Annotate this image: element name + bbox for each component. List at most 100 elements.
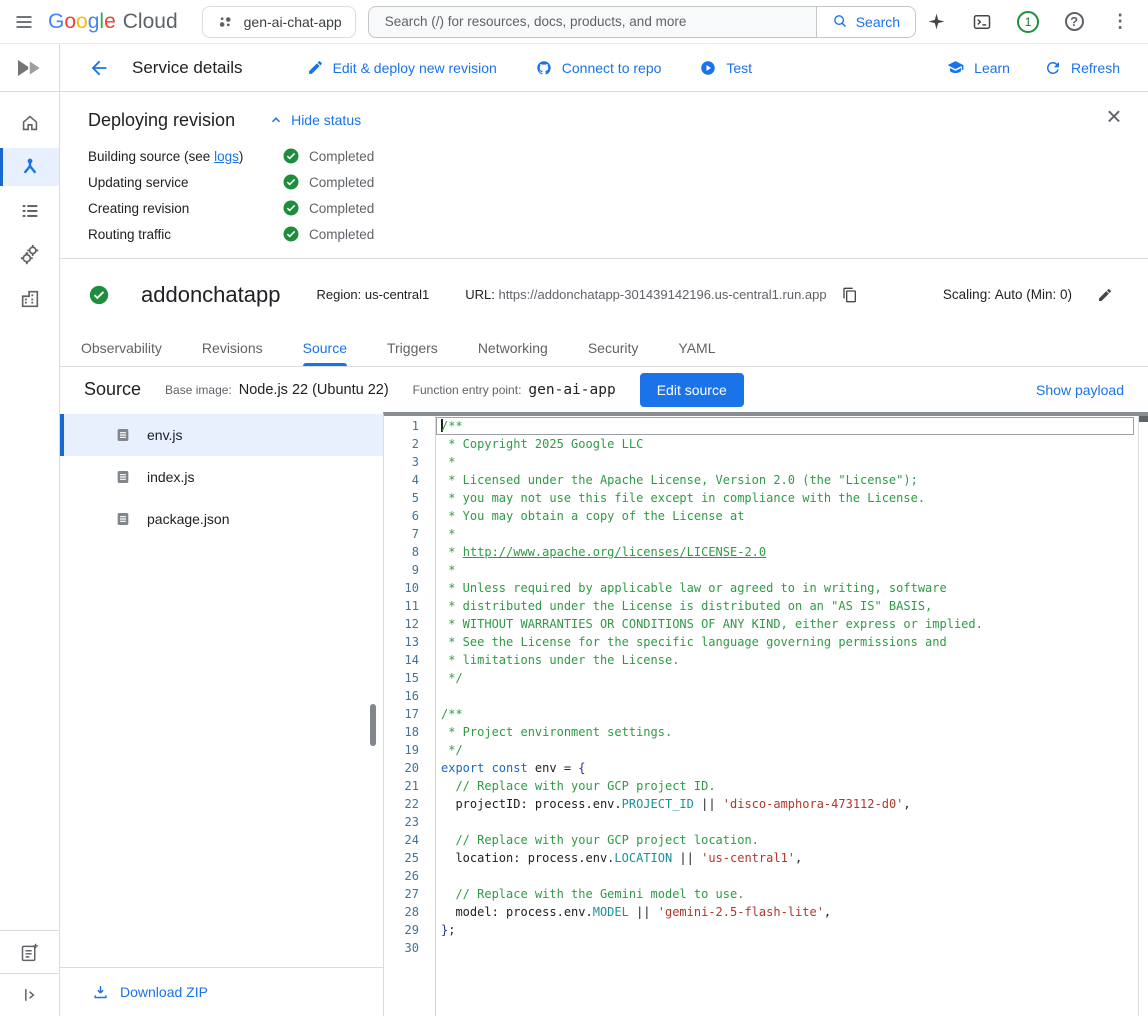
code-line[interactable]: * distributed under the License is distr… <box>436 597 1134 615</box>
file-item-index.js[interactable]: index.js <box>60 456 383 498</box>
code-line[interactable]: model: process.env.MODEL || 'gemini-2.5-… <box>436 903 1134 921</box>
copy-url-button[interactable] <box>833 278 867 312</box>
tab-security[interactable]: Security <box>588 330 639 366</box>
logs-link[interactable]: logs <box>214 149 239 164</box>
file-icon <box>115 427 131 443</box>
sidebar-item-jobs[interactable] <box>0 192 59 230</box>
line-number: 7 <box>384 525 419 543</box>
refresh-icon <box>1044 59 1062 77</box>
code-token: */ <box>441 671 463 685</box>
code-token: 'disco-amphora-473112-d0' <box>723 797 904 811</box>
more-options-icon[interactable]: ⋮ <box>1100 2 1140 42</box>
tab-yaml[interactable]: YAML <box>678 330 715 366</box>
code-token: * distributed under the License is distr… <box>441 599 932 613</box>
edit-source-button[interactable]: Edit source <box>640 373 744 407</box>
line-number: 10 <box>384 579 419 597</box>
help-icon[interactable]: ? <box>1054 2 1094 42</box>
code-line[interactable]: * Unless required by applicable law or a… <box>436 579 1134 597</box>
code-line[interactable]: }; <box>436 921 1134 939</box>
line-number: 1 <box>384 417 419 435</box>
edit-deploy-button[interactable]: Edit & deploy new revision <box>307 59 497 77</box>
topbar-icons: 1 ? ⋮ P <box>916 2 1148 42</box>
code-line[interactable]: // Replace with your GCP project locatio… <box>436 831 1134 849</box>
cloud-shell-icon[interactable] <box>962 2 1002 42</box>
code-line[interactable] <box>436 867 1134 885</box>
code-token: || <box>694 797 723 811</box>
search-field[interactable] <box>368 6 816 38</box>
code-line[interactable]: */ <box>436 741 1134 759</box>
editor-scrollbar-thumb[interactable] <box>1139 416 1148 422</box>
sidebar-item-organization[interactable] <box>0 280 59 318</box>
code-token: model: process.env. <box>441 905 593 919</box>
gemini-sparkle-icon[interactable] <box>916 2 956 42</box>
search-input[interactable] <box>383 13 802 30</box>
toolbar-right-actions: Learn Refresh <box>946 58 1120 77</box>
code-token: , <box>903 797 910 811</box>
code-line[interactable]: * <box>436 453 1134 471</box>
code-area[interactable]: /** * Copyright 2025 Google LLC * * Lice… <box>436 416 1148 1016</box>
release-notes-button[interactable] <box>0 930 59 973</box>
code-editor[interactable]: 1234567891011121314151617181920212223242… <box>383 412 1148 1016</box>
code-line[interactable]: projectID: process.env.PROJECT_ID || 'di… <box>436 795 1134 813</box>
code-token: || <box>629 905 658 919</box>
code-token: */ <box>441 743 463 757</box>
status-text: Completed <box>309 201 374 216</box>
hide-status-button[interactable]: Hide status <box>269 112 361 128</box>
code-line[interactable]: * You may obtain a copy of the License a… <box>436 507 1134 525</box>
edit-scaling-button[interactable] <box>1090 280 1120 310</box>
tab-observability[interactable]: Observability <box>81 330 162 366</box>
code-line[interactable]: */ <box>436 669 1134 687</box>
tab-source[interactable]: Source <box>303 330 347 366</box>
code-line[interactable]: /** <box>436 417 1134 435</box>
code-token: || <box>672 851 701 865</box>
hamburger-menu-icon[interactable] <box>4 2 44 42</box>
editor-scrollbar[interactable] <box>1138 416 1148 1016</box>
line-number: 22 <box>384 795 419 813</box>
check-circle-icon <box>282 199 300 217</box>
file-item-env.js[interactable]: env.js <box>60 414 383 456</box>
download-zip-button[interactable]: Download ZIP <box>60 967 383 1016</box>
code-line[interactable] <box>436 813 1134 831</box>
tab-triggers[interactable]: Triggers <box>387 330 438 366</box>
tab-revisions[interactable]: Revisions <box>202 330 263 366</box>
sidebar-item-integrations[interactable] <box>0 236 59 274</box>
search-button[interactable]: Search <box>816 6 916 38</box>
code-line[interactable]: * you may not use this file except in co… <box>436 489 1134 507</box>
code-line[interactable]: * WITHOUT WARRANTIES OR CONDITIONS OF AN… <box>436 615 1134 633</box>
code-line[interactable] <box>436 939 1134 957</box>
code-line[interactable]: * Project environment settings. <box>436 723 1134 741</box>
refresh-button[interactable]: Refresh <box>1044 58 1120 77</box>
code-line[interactable]: * Copyright 2025 Google LLC <box>436 435 1134 453</box>
back-button[interactable] <box>88 57 110 79</box>
code-token: /** <box>441 707 463 721</box>
notifications-count-badge[interactable]: 1 <box>1008 2 1048 42</box>
code-line[interactable]: * <box>436 561 1134 579</box>
code-line[interactable]: export const env = { <box>436 759 1134 777</box>
close-icon[interactable]: × <box>1098 100 1130 132</box>
status-step: Routing trafficCompleted <box>88 221 1120 247</box>
code-line[interactable]: * <box>436 525 1134 543</box>
sidebar-item-services[interactable] <box>0 148 59 186</box>
base-image-value: Node.js 22 (Ubuntu 22) <box>239 382 389 398</box>
expand-panel-button[interactable] <box>0 973 59 1016</box>
scrollbar-thumb[interactable] <box>370 704 376 746</box>
sidebar-item-home[interactable] <box>0 104 59 142</box>
code-line[interactable]: // Replace with the Gemini model to use. <box>436 885 1134 903</box>
code-line[interactable]: * limitations under the License. <box>436 651 1134 669</box>
code-line[interactable]: // Replace with your GCP project ID. <box>436 777 1134 795</box>
code-line[interactable]: location: process.env.LOCATION || 'us-ce… <box>436 849 1134 867</box>
code-line[interactable]: * See the License for the specific langu… <box>436 633 1134 651</box>
code-line[interactable]: /** <box>436 705 1134 723</box>
tab-networking[interactable]: Networking <box>478 330 548 366</box>
learn-button[interactable]: Learn <box>946 58 1010 77</box>
code-line[interactable]: * Licensed under the Apache License, Ver… <box>436 471 1134 489</box>
code-line[interactable] <box>436 687 1134 705</box>
test-button[interactable]: Test <box>699 59 752 77</box>
show-payload-link[interactable]: Show payload <box>1036 382 1124 398</box>
logo-letter: e <box>104 10 116 33</box>
service-url-value[interactable]: https://addonchatapp-301439142196.us-cen… <box>498 287 826 302</box>
connect-repo-button[interactable]: Connect to repo <box>535 59 662 77</box>
file-item-package.json[interactable]: package.json <box>60 498 383 540</box>
code-line[interactable]: * http://www.apache.org/licenses/LICENSE… <box>436 543 1134 561</box>
project-selector[interactable]: gen-ai-chat-app <box>202 6 356 38</box>
